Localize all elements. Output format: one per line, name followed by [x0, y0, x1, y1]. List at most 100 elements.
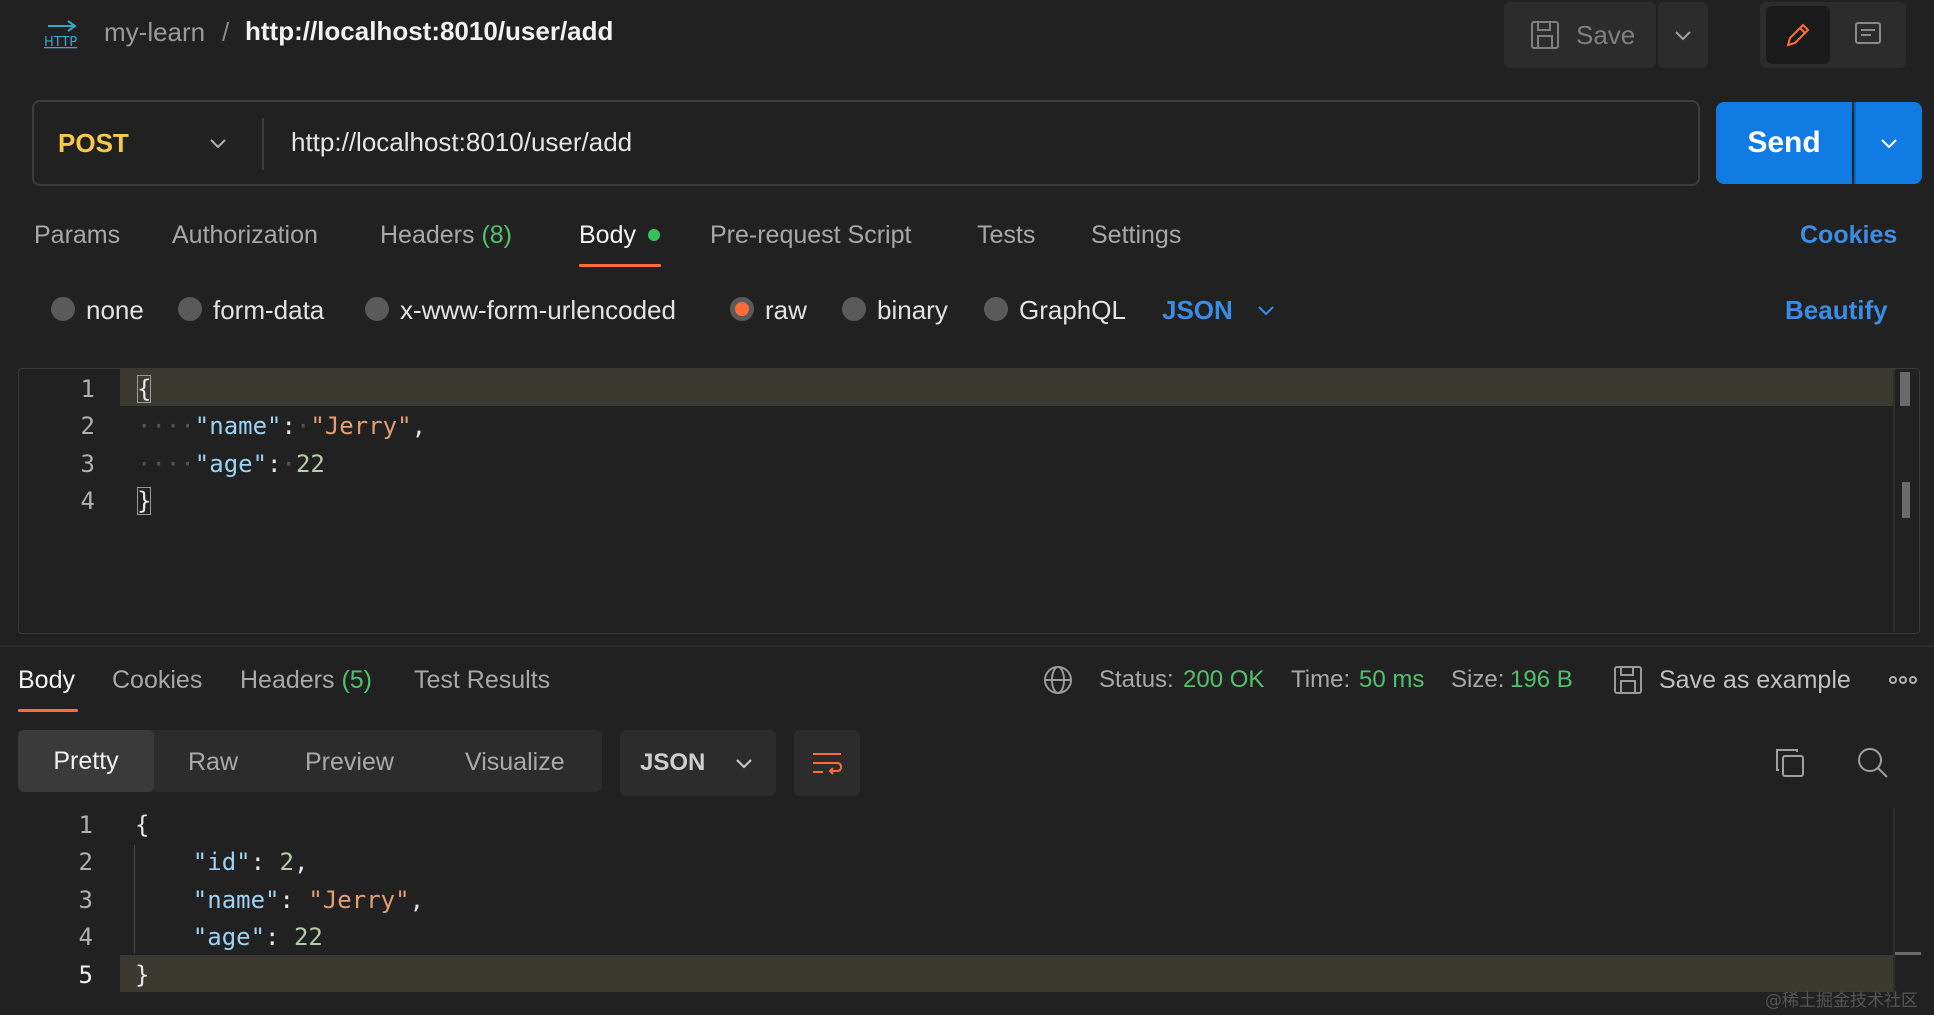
http-request-icon: HTTP — [44, 20, 77, 50]
tab-params[interactable]: Params — [34, 221, 120, 250]
tab-headers-label: Headers — [380, 221, 475, 249]
method-select[interactable]: POST — [58, 128, 129, 159]
tab-body[interactable]: Body — [579, 221, 636, 250]
breadcrumb-collection[interactable]: my-learn — [104, 17, 205, 48]
radio-binary[interactable] — [842, 297, 866, 321]
line-number: 4 — [78, 923, 93, 951]
response-tab-body[interactable]: Body — [18, 666, 75, 695]
view-raw-button[interactable]: Raw — [188, 748, 238, 777]
response-tab-test-results[interactable]: Test Results — [414, 666, 550, 695]
send-button[interactable]: Send — [1716, 102, 1852, 184]
response-tab-cookies[interactable]: Cookies — [112, 666, 202, 695]
size-value[interactable]: 196 B — [1510, 666, 1573, 694]
save-options-button[interactable] — [1658, 2, 1708, 68]
line-number: 5 — [78, 961, 93, 989]
comment-icon — [1855, 22, 1881, 44]
comments-button[interactable] — [1836, 6, 1900, 64]
code-line: "name": "Jerry", — [192, 886, 425, 914]
wrap-lines-button[interactable] — [794, 730, 860, 796]
json-key: "name" — [192, 886, 280, 914]
response-tab-headers-label: Headers — [240, 666, 335, 694]
save-icon[interactable] — [1612, 664, 1644, 696]
url-bar — [32, 100, 1700, 186]
url-input[interactable]: http://localhost:8010/user/add — [291, 127, 632, 158]
radio-graphql-label[interactable]: GraphQL — [1019, 295, 1126, 326]
radio-none[interactable] — [51, 297, 75, 321]
radio-urlencoded-label[interactable]: x-www-form-urlencoded — [400, 295, 676, 326]
editor-scroll-track — [1893, 370, 1895, 632]
request-header: HTTP my-learn / http://localhost:8010/us… — [0, 0, 1934, 70]
line-number: 2 — [80, 412, 95, 440]
response-language-select[interactable]: JSON — [620, 730, 776, 796]
radio-graphql[interactable] — [984, 297, 1008, 321]
save-button[interactable]: Save — [1504, 2, 1656, 68]
json-number: 2 — [279, 848, 294, 876]
search-icon[interactable] — [1854, 744, 1890, 780]
copy-icon[interactable] — [1773, 746, 1807, 780]
json-key: "age" — [192, 923, 266, 951]
tab-authorization[interactable]: Authorization — [172, 221, 318, 250]
pencil-icon — [1786, 23, 1810, 47]
chevron-down-icon[interactable] — [206, 131, 230, 155]
beautify-button[interactable]: Beautify — [1785, 295, 1888, 326]
time-value[interactable]: 50 ms — [1359, 666, 1424, 694]
save-as-example-button[interactable]: Save as example — [1659, 666, 1851, 695]
active-line-highlight — [120, 955, 1895, 992]
editor-scrollbar[interactable] — [1900, 372, 1910, 406]
active-tab-underline — [18, 709, 78, 712]
view-preview-button[interactable]: Preview — [305, 748, 394, 777]
body-language-select[interactable]: JSON — [1162, 295, 1233, 326]
response-scrollbar[interactable] — [1895, 952, 1921, 955]
save-button-label: Save — [1576, 19, 1636, 50]
tab-settings[interactable]: Settings — [1091, 221, 1181, 250]
radio-none-label[interactable]: none — [86, 295, 144, 326]
view-visualize-button[interactable]: Visualize — [465, 748, 565, 777]
chevron-down-icon — [1675, 31, 1691, 41]
radio-form-data[interactable] — [178, 297, 202, 321]
line-number: 2 — [78, 848, 93, 876]
code-line: } — [135, 961, 150, 989]
json-key: "name" — [194, 412, 282, 440]
status-value[interactable]: 200 OK — [1183, 666, 1264, 694]
view-pretty-button[interactable]: Pretty — [18, 730, 154, 792]
tab-tests[interactable]: Tests — [977, 221, 1035, 250]
json-string: "Jerry" — [310, 412, 412, 440]
code-line: } — [137, 487, 152, 515]
wrap-lines-icon — [813, 753, 843, 775]
svg-text:HTTP: HTTP — [44, 35, 77, 50]
tab-headers[interactable]: Headers (8) — [380, 221, 512, 250]
cookies-link[interactable]: Cookies — [1800, 221, 1897, 250]
code-line: "age": 22 — [192, 923, 323, 951]
response-language-label: JSON — [640, 749, 706, 776]
line-number: 1 — [78, 811, 93, 839]
chevron-down-icon[interactable] — [1254, 298, 1278, 322]
request-body-editor[interactable] — [18, 368, 1920, 634]
globe-icon[interactable] — [1042, 664, 1074, 696]
response-scroll-track — [1893, 808, 1895, 998]
send-options-button[interactable] — [1854, 102, 1922, 184]
body-indicator-dot — [648, 229, 660, 241]
active-tab-underline — [579, 264, 661, 267]
request-title[interactable]: http://localhost:8010/user/add — [245, 16, 613, 47]
tab-pre-request-script[interactable]: Pre-request Script — [710, 221, 911, 250]
radio-urlencoded[interactable] — [365, 297, 389, 321]
line-number: 4 — [80, 487, 95, 515]
radio-form-data-label[interactable]: form-data — [213, 295, 324, 326]
code-line: ····"age":·22 — [137, 450, 325, 478]
line-number: 1 — [80, 375, 95, 403]
chevron-down-icon — [736, 759, 753, 769]
chevron-down-icon — [1881, 139, 1897, 149]
code-line: "id": 2, — [192, 848, 309, 876]
radio-binary-label[interactable]: binary — [877, 295, 948, 326]
radio-raw-label[interactable]: raw — [765, 295, 807, 326]
status-label: Status: — [1099, 666, 1174, 693]
line-number: 3 — [78, 886, 93, 914]
response-headers-count: (5) — [341, 666, 373, 694]
more-options-icon[interactable] — [1887, 670, 1919, 690]
pane-divider[interactable] — [0, 645, 1934, 647]
radio-raw[interactable] — [730, 297, 754, 321]
breadcrumb-separator: / — [222, 17, 230, 47]
edit-mode-button[interactable] — [1766, 6, 1830, 64]
response-tab-headers[interactable]: Headers (5) — [240, 666, 372, 695]
time-label: Time: — [1291, 666, 1351, 693]
